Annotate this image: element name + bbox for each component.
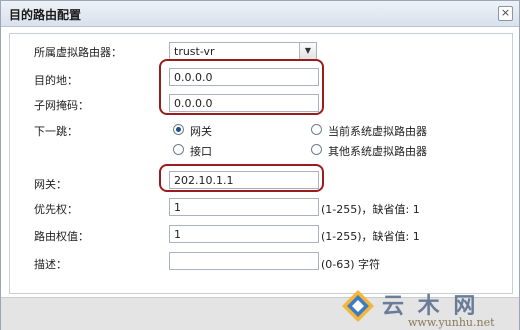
vr-select-value: trust-vr xyxy=(174,45,215,58)
dialog-title: 目的路由配置 xyxy=(9,8,82,22)
priority-input[interactable]: 1 xyxy=(169,198,319,216)
radio-other-vr-label: 其他系统虚拟路由器 xyxy=(328,145,427,158)
dialog-titlebar: 目的路由配置 × xyxy=(1,1,519,27)
vr-select[interactable]: trust-vr ▼ xyxy=(169,42,317,60)
vr-label: 所属虚拟路由器： xyxy=(34,46,122,59)
description-label: 描述： xyxy=(34,258,67,271)
watermark-url: www.yunhu.net xyxy=(408,316,495,329)
description-hint: (0-63) 字符 xyxy=(321,258,381,271)
radio-other-vr[interactable] xyxy=(311,144,322,155)
close-icon[interactable]: × xyxy=(498,6,513,21)
description-input[interactable] xyxy=(169,252,319,270)
radio-interface[interactable] xyxy=(173,144,184,155)
priority-hint: (1-255)，缺省值: 1 xyxy=(321,203,420,216)
destination-label: 目的地： xyxy=(34,74,78,87)
gateway-label: 网关： xyxy=(34,178,67,191)
radio-current-vr-label: 当前系统虚拟路由器 xyxy=(328,125,427,138)
radio-gateway-label: 网关 xyxy=(190,125,212,138)
weight-input[interactable]: 1 xyxy=(169,225,319,243)
radio-current-vr[interactable] xyxy=(311,124,322,135)
chevron-down-icon[interactable]: ▼ xyxy=(299,43,316,59)
watermark: 云 木 网 www.yunhu.net xyxy=(336,282,520,330)
highlight-destination-mask xyxy=(159,59,324,115)
subnet-mask-label: 子网掩码： xyxy=(34,99,89,112)
weight-hint: (1-255)，缺省值: 1 xyxy=(321,230,420,243)
logo-icon xyxy=(342,290,374,322)
radio-interface-label: 接口 xyxy=(190,145,212,158)
radio-gateway[interactable] xyxy=(173,124,184,135)
next-hop-label: 下一跳： xyxy=(34,125,78,138)
highlight-gateway xyxy=(159,164,324,192)
priority-label: 优先权： xyxy=(34,203,78,216)
weight-label: 路由权值： xyxy=(34,230,89,243)
